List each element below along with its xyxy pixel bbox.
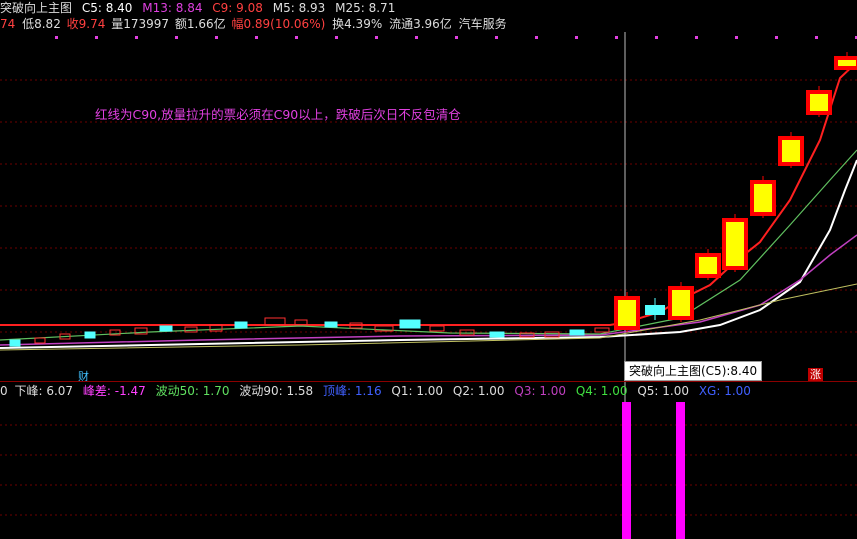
crosshair-tooltip: 突破向上主图(C5):8.40 [624, 361, 763, 381]
limit-up-badge: 涨 [808, 368, 823, 382]
candle [34, 337, 46, 344]
candle [184, 326, 198, 333]
candle [722, 218, 748, 270]
close-price: 收9.74 [66, 17, 106, 31]
signal-dot [455, 36, 458, 39]
candle [668, 286, 694, 320]
ma-c9-value: C9: 9.08 [212, 1, 263, 15]
candle [614, 296, 640, 330]
candle [806, 90, 832, 115]
kline-chart[interactable] [0, 0, 857, 539]
signal-dot [135, 36, 138, 39]
xg-bar [676, 402, 685, 539]
sub-fragment: 0 [0, 384, 8, 398]
candle [569, 329, 585, 336]
feng-ding-value: 顶峰: 1.16 [323, 384, 382, 398]
bodong90-value: 波动90: 1.58 [239, 384, 314, 398]
ma-m5-value: M5: 8.93 [272, 1, 326, 15]
candle [234, 321, 248, 329]
candle [750, 180, 776, 216]
change-pct: 幅0.89(10.06%) [231, 17, 326, 31]
candle [9, 339, 21, 347]
candle [489, 331, 505, 338]
candle [834, 56, 857, 70]
signal-dot [55, 36, 58, 39]
signal-dot [95, 36, 98, 39]
amount: 额1.66亿 [174, 17, 226, 31]
ma-c5-value: C5: 8.40 [81, 1, 133, 15]
signal-dot [415, 36, 418, 39]
candle [695, 253, 721, 278]
q1-value: Q1: 1.00 [391, 384, 444, 398]
ma-m13-value: M13: 8.84 [142, 1, 203, 15]
main-chart-header: 突破向上主图 C5: 8.40 M13: 8.84 C9: 9.08 M5: 8… [0, 0, 401, 16]
q3-value: Q3: 1.00 [514, 384, 567, 398]
candle [84, 331, 96, 339]
xg-bar [622, 402, 631, 539]
q2-value: Q2: 1.00 [452, 384, 505, 398]
signal-dot [335, 36, 338, 39]
xg-value: XG: 1.00 [698, 384, 751, 398]
signal-dot [775, 36, 778, 39]
signal-dot [175, 36, 178, 39]
signal-dot [215, 36, 218, 39]
ma-m25-value: M25: 8.71 [335, 1, 396, 15]
signal-dot [535, 36, 538, 39]
candle [264, 317, 286, 326]
chart-annotation: 红线为C90,放量拉升的票必须在C90以上，跌破后次日不反包清仓 [95, 107, 461, 122]
candle [324, 321, 338, 328]
volume: 量173997 [111, 17, 170, 31]
indicator-title[interactable]: 突破向上主图 [0, 1, 72, 15]
feng-cha-value: 峰差: -1.47 [82, 384, 146, 398]
float-cap: 流通3.96亿 [389, 17, 452, 31]
q5-value: Q5: 1.00 [637, 384, 689, 398]
signal-dot [255, 36, 258, 39]
candle [429, 325, 445, 332]
turnover: 换4.39% [332, 17, 383, 31]
q4-value: Q4: 1.00 [575, 384, 628, 398]
pane-divider[interactable] [0, 381, 857, 382]
signal-dot [735, 36, 738, 39]
signal-dot [815, 36, 818, 39]
xia-feng-value: 下峰: 6.07 [14, 384, 74, 398]
quote-fragment: 74 [0, 17, 16, 31]
quote-info-bar: 74 低8.82 收9.74 量173997 额1.66亿 幅0.89(10.0… [0, 16, 513, 32]
signal-dot [575, 36, 578, 39]
signal-dot [695, 36, 698, 39]
candle [159, 325, 173, 332]
signal-dot [375, 36, 378, 39]
candle [778, 136, 804, 166]
sub-indicator-header: 0 下峰: 6.07 峰差: -1.47 波动50: 1.70 波动90: 1.… [0, 383, 757, 399]
sector-label[interactable]: 汽车服务 [459, 17, 507, 31]
candle [399, 319, 421, 329]
signal-dot [295, 36, 298, 39]
c90-line [0, 61, 857, 326]
candle [594, 327, 610, 333]
signal-dot [655, 36, 658, 39]
low-price: 低8.82 [22, 17, 61, 31]
signal-dot [615, 36, 618, 39]
signal-dot [495, 36, 498, 39]
bodong50-value: 波动50: 1.70 [155, 384, 230, 398]
